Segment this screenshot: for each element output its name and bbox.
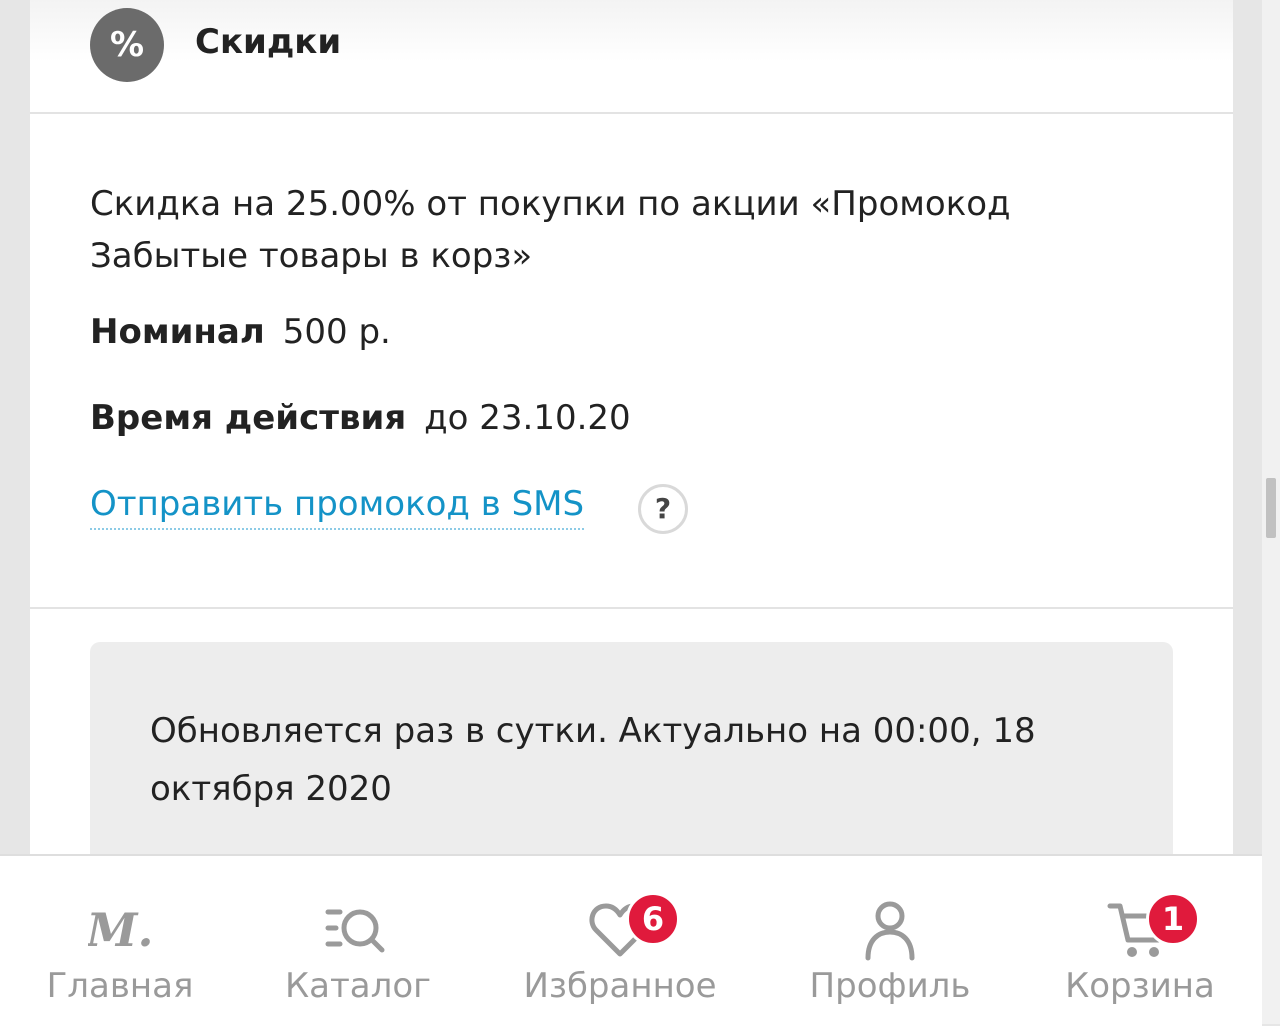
scrollbar-thumb[interactable]: [1266, 478, 1276, 538]
discounts-card: % Скидки Скидка на 25.00% от покупки по …: [30, 0, 1233, 902]
cart-count-badge: 1: [1146, 892, 1200, 946]
favorites-count-badge: 6: [626, 892, 680, 946]
user-icon: [865, 901, 915, 961]
divider: [30, 607, 1233, 609]
nav-cart[interactable]: 1 Корзина: [1060, 856, 1220, 1026]
help-icon[interactable]: ?: [638, 484, 688, 534]
nominal-label: Номинал: [90, 312, 265, 352]
nav-favorites-label: Избранное: [523, 966, 717, 1006]
nav-favorites[interactable]: 6 Избранное: [520, 856, 720, 1026]
promo-description: Скидка на 25.00% от покупки по акции «Пр…: [90, 184, 1011, 276]
section-header: % Скидки: [30, 0, 1233, 114]
svg-text:M.: M.: [88, 903, 152, 957]
nav-profile-label: Профиль: [809, 966, 971, 1006]
nav-catalog[interactable]: Каталог: [278, 856, 438, 1026]
logo-m-icon: M.: [88, 903, 152, 957]
nav-cart-label: Корзина: [1065, 966, 1215, 1006]
update-info-text: Обновляется раз в сутки. Актуально на 00…: [150, 711, 1036, 809]
validity-row: Время действия до 23.10.20: [90, 398, 631, 438]
nominal-value: 500 р.: [282, 312, 391, 352]
percent-icon: %: [90, 8, 164, 82]
section-title: Скидки: [195, 22, 342, 62]
nav-home-label: Главная: [46, 966, 194, 1006]
validity-label: Время действия: [90, 398, 407, 438]
validity-value: до 23.10.20: [424, 398, 631, 438]
scrollbar[interactable]: [1262, 0, 1280, 1024]
nav-home[interactable]: M. Главная: [40, 856, 200, 1026]
catalog-search-icon: [325, 909, 385, 953]
bottom-navigation: M. Главная Каталог 6 Избранное Профиль 1…: [0, 854, 1262, 1026]
send-sms-link[interactable]: Отправить промокод в SMS: [90, 484, 585, 530]
nav-catalog-label: Каталог: [284, 966, 431, 1006]
nominal-row: Номинал 500 р.: [90, 312, 391, 352]
nav-profile[interactable]: Профиль: [800, 856, 980, 1026]
